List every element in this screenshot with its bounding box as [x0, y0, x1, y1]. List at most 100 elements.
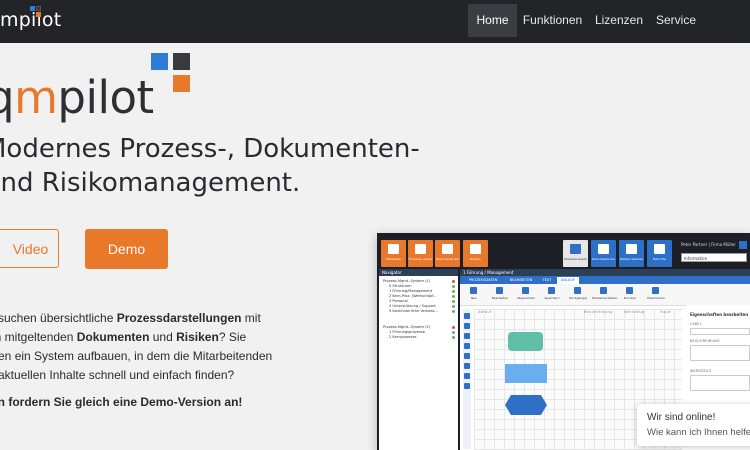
status-dot [452, 280, 455, 283]
decision-shape [505, 395, 547, 415]
column-label: Werkzeug [624, 310, 645, 314]
shape-icon [464, 373, 470, 379]
shape-palette [463, 309, 471, 449]
nav-logo[interactable]: mpilot [0, 9, 61, 31]
logo-m: m [14, 71, 58, 124]
camera-icon [415, 244, 426, 254]
hero-logo-square-dark [173, 53, 190, 70]
video-button[interactable]: Video [0, 229, 59, 268]
para-text: en mitgeltenden [0, 330, 74, 344]
tab-bearbeiten: BEARBEITEN [509, 278, 533, 282]
tab-bar: PROZESSDATEN BEARBEITEN TEXT ABLAUF [460, 276, 750, 284]
para-bold: Prozessdarstellungen [116, 311, 242, 325]
logo-rest: pilot [57, 71, 154, 124]
app-user: Peter Partner | Firma Müller [681, 242, 736, 247]
status-dot [452, 300, 455, 303]
para-line-4: e aktuellen Inhalte schnell und einfach … [0, 368, 235, 382]
tab-ablauf: ABLAUF [557, 277, 579, 284]
toolbar-edit-process-button: Prozesse bearbeiten [563, 240, 588, 267]
toolbar-reports-button: Berichte [647, 240, 672, 267]
shape-icon [464, 363, 470, 369]
pointer-icon [464, 313, 470, 319]
process-edit-icon [570, 244, 581, 254]
status-dot [452, 310, 455, 313]
chat-widget[interactable]: Wir sind online! Wie kann ich Ihnen helf… [637, 404, 750, 446]
save-as-icon [522, 287, 529, 294]
para-line-1: e suchen übersichtliche Prozessdarstellu… [0, 309, 298, 328]
para-text: mit [241, 311, 261, 325]
status-dot [452, 305, 455, 308]
tree-item: 1 Führungsprozesse [389, 330, 425, 334]
logo-square-blue [30, 6, 35, 11]
ribbon-label: Neu [471, 296, 477, 300]
status-dot [452, 326, 455, 329]
toolbar-label: Dokumente bearbeiten [592, 258, 615, 261]
status-dot [452, 285, 455, 288]
nav-service[interactable]: Service [651, 4, 701, 37]
print-icon [626, 287, 633, 294]
ribbon-label: Drucken [623, 296, 637, 300]
toolbar-edit-risks-button: Risiken bearbeiten [619, 240, 644, 267]
document-edit-icon [598, 244, 609, 254]
toolbar-risks-button: Risiken [463, 240, 488, 267]
hero-headline: Modernes Prozess-, Dokumenten- und Risik… [0, 132, 420, 200]
ribbon-label: Speichern [544, 296, 560, 300]
logo-square-dark [36, 6, 41, 11]
logo-square-orange [36, 12, 41, 17]
start-shape [508, 332, 543, 351]
properties-label: LABEL [690, 322, 702, 326]
ribbon-label: Bearbeiten [491, 296, 509, 300]
tree-item: 2 Kernprozesse [389, 335, 417, 339]
hero-logo-square-orange [173, 75, 190, 92]
hero-logo-square-blue [151, 53, 168, 70]
cta-text: Dann fordern Sie gleich eine Demo-Versio… [0, 395, 243, 409]
status-dot [452, 336, 455, 339]
tool-field [690, 375, 750, 391]
ribbon-label: Wiederherstellen [592, 296, 618, 300]
label-field [690, 328, 750, 335]
status-dot [452, 331, 455, 334]
shape-icon [464, 383, 470, 389]
properties-label: BESCHREIBUNG [690, 339, 720, 343]
undo-icon [574, 287, 581, 294]
nav-lizenzen[interactable]: Lizenzen [591, 4, 647, 37]
navigator-pane: Navigator Prozess-Mgmt.-System (1) 0 Str… [379, 269, 458, 450]
tree-item: Prozess-Mgmt.-System (1) [383, 279, 431, 283]
toolbar-label: Startseite [386, 258, 401, 261]
activity-shape [505, 364, 547, 383]
tree-item: 4 Unterstützung / Support [389, 304, 436, 308]
toolbar-label: Berichte [653, 258, 666, 261]
column-label: Ablauf [478, 310, 492, 314]
app-user-dropdown: Information [681, 253, 747, 262]
status-dot [452, 290, 455, 293]
tree-item: 3 Personal [389, 299, 408, 303]
tree-item: Prozess-Mgmt.-System (2) [383, 325, 431, 329]
ribbon-label: Rückgängig [569, 296, 587, 300]
toolbar-label: Prozesse ansehen [409, 258, 432, 261]
status-dot [452, 295, 455, 298]
top-navbar: mpilot Home Funktionen Lizenzen Service [0, 0, 750, 43]
hero-logo: qmpilot [0, 71, 154, 124]
toolbar-label: Risiken bearbeiten [620, 258, 643, 261]
navigator-title: Navigator [379, 269, 458, 276]
column-label: Input [660, 310, 672, 314]
headline-line-2: und Risikomanagement. [0, 168, 301, 198]
chat-title: Wir sind online! [647, 412, 716, 423]
para-bold: Risiken [176, 330, 219, 344]
hero-paragraph: e suchen übersichtliche Prozessdarstellu… [0, 309, 298, 385]
toolbar-home-button: Startseite [381, 240, 406, 267]
new-icon [470, 287, 477, 294]
report-icon [654, 244, 665, 254]
nav-home[interactable]: Home [468, 4, 517, 37]
tree-item: 1 Führung/Management [389, 289, 433, 293]
toolbar-edit-docs-button: Dokumente bearbeiten [591, 240, 616, 267]
save-icon [548, 287, 555, 294]
toolbar-label: Risiken [470, 258, 481, 261]
chat-subtitle: Wie kann ich Ihnen helfen? [647, 427, 750, 438]
shape-icon [464, 333, 470, 339]
nav-funktionen[interactable]: Funktionen [519, 4, 586, 37]
main-title: 1 Führung / Management [460, 269, 750, 276]
description-field [690, 345, 750, 361]
demo-button[interactable]: Demo [85, 229, 168, 269]
para-text: und [149, 330, 177, 344]
